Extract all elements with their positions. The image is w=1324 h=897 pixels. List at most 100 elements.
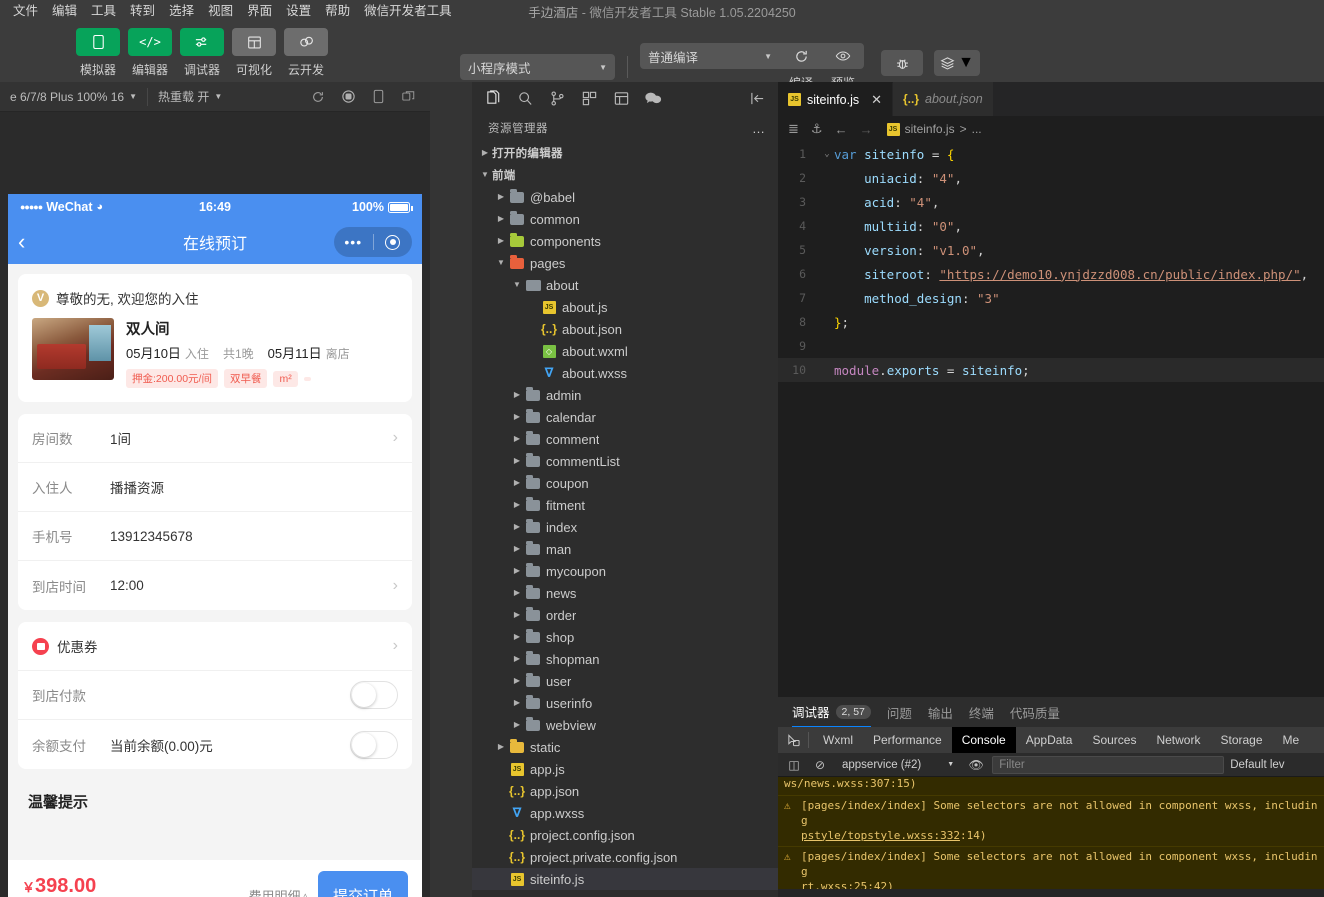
panel-button-编辑器[interactable]: </>编辑器 [128,28,172,78]
collapse-panel-icon[interactable] [742,84,772,112]
devtools-tab-Network[interactable]: Network [1146,727,1210,753]
tree-item-common[interactable]: ▶common [472,208,778,230]
simulator-record-icon[interactable] [334,85,362,109]
tree-item-userinfo[interactable]: ▶userinfo [472,692,778,714]
hot-reload-select[interactable]: 热重载 开 ▼ [148,88,232,105]
tree-item-pages[interactable]: ▼pages [472,252,778,274]
devtools-tab-Storage[interactable]: Storage [1210,727,1272,753]
tree-item-user[interactable]: ▶user [472,670,778,692]
tree-item-@babel[interactable]: ▶@babel [472,186,778,208]
search-icon[interactable] [510,84,540,112]
source-control-icon[interactable] [542,84,572,112]
debugger-tab-代码质量[interactable]: 代码质量 [1010,697,1060,727]
tree-item-components[interactable]: ▶components [472,230,778,252]
console-level-select[interactable]: Default lev [1230,759,1284,771]
tree-item-coupon[interactable]: ▶coupon [472,472,778,494]
editor-tab-about.json[interactable]: {..}about.json [893,82,994,116]
capsule-target-icon[interactable] [374,235,413,250]
debugger-tab-调试器[interactable]: 调试器2, 57 [792,697,871,727]
fee-detail-link[interactable]: 费用明细 ▵ [248,886,308,897]
devtools-tab-Wxml[interactable]: Wxml [813,727,863,753]
tree-item-static[interactable]: ▶static [472,736,778,758]
preview-button[interactable] [822,43,864,69]
devtools-tab-Me[interactable]: Me [1273,727,1310,753]
tree-item-about.wxss[interactable]: ∇about.wxss [472,362,778,384]
close-icon[interactable]: ✕ [871,92,882,108]
console-sidebar-icon[interactable]: ◫ [784,758,804,772]
tree-item-webview[interactable]: ▶webview [472,714,778,736]
menu-item-6[interactable]: 界面 [240,1,279,21]
console-context-select[interactable]: appservice (#2) ▼ [836,759,960,771]
real-device-debug-button[interactable] [881,50,923,76]
layout-icon[interactable] [606,84,636,112]
explorer-more-icon[interactable]: … [752,121,766,136]
tree-item-order[interactable]: ▶order [472,604,778,626]
tree-item-mycoupon[interactable]: ▶mycoupon [472,560,778,582]
wechat-capsule[interactable]: ••• [334,227,412,257]
toggle-switch[interactable] [350,731,398,759]
compile-select[interactable]: 普通编译 ▼ [640,43,780,69]
debugger-tab-问题[interactable]: 问题 [887,697,912,727]
tree-item-shop[interactable]: ▶shop [472,626,778,648]
menu-item-4[interactable]: 选择 [162,1,201,21]
simulator-phone-icon[interactable] [364,85,392,109]
clear-cache-button[interactable]: ▼ [934,50,980,76]
console-message-2[interactable]: ⚠[pages/index/index] Some selectors are … [778,847,1324,889]
capsule-more-icon[interactable]: ••• [334,235,373,249]
form-row-到店时间[interactable]: 到店时间12:00› [18,561,412,610]
tree-item-commentList[interactable]: ▶commentList [472,450,778,472]
console-messages[interactable]: ws/news.wxss:307:15)⚠[pages/index/index]… [778,777,1324,889]
devtools-tab-Sources[interactable]: Sources [1082,727,1146,753]
tree-item-project.config.json[interactable]: {..}project.config.json [472,824,778,846]
back-arrow-icon[interactable]: ← [835,122,848,137]
tree-item-comment[interactable]: ▶comment [472,428,778,450]
panel-button-可视化[interactable]: 可视化 [232,28,276,78]
breadcrumb[interactable]: JS siteinfo.js > ... [887,122,982,136]
clear-console-icon[interactable]: ⊘ [810,758,830,772]
toggle-switch[interactable] [350,681,398,709]
tree-item-project.private.config.json[interactable]: {..}project.private.config.json [472,846,778,868]
devtools-tab-Performance[interactable]: Performance [863,727,952,753]
toggle-row-余额支付[interactable]: 余额支付当前余额(0.00)元 [18,720,412,769]
tree-item-about.js[interactable]: JSabout.js [472,296,778,318]
panel-button-调试器[interactable]: 调试器 [180,28,224,78]
devtools-tab-Console[interactable]: Console [952,727,1016,753]
editor-tab-siteinfo.js[interactable]: JSsiteinfo.js✕ [778,82,893,116]
bookmark-icon[interactable]: ⚓ [811,121,823,137]
tree-item-calendar[interactable]: ▶calendar [472,406,778,428]
tree-item-shopman[interactable]: ▶shopman [472,648,778,670]
menu-item-3[interactable]: 转到 [123,1,162,21]
tree-item-app.wxss[interactable]: ∇app.wxss [472,802,778,824]
files-icon[interactable] [478,84,508,112]
inspect-element-icon[interactable] [778,734,808,747]
device-select[interactable]: e 6/7/8 Plus 100% 16 ▼ [0,90,147,104]
wechat-icon[interactable] [638,84,668,112]
form-row-房间数[interactable]: 房间数1间› [18,414,412,463]
tree-item-about[interactable]: ▼about [472,274,778,296]
devtools-tab-AppData[interactable]: AppData [1016,727,1083,753]
tree-item-app.js[interactable]: JSapp.js [472,758,778,780]
submit-order-button[interactable]: 提交订单 [318,871,408,897]
tree-section-前端[interactable]: ▼前端 [472,164,778,186]
debugger-tab-输出[interactable]: 输出 [928,697,953,727]
compile-button[interactable] [780,43,822,69]
form-row-入住人[interactable]: 入住人播播资源 [18,463,412,512]
toggle-row-到店付款[interactable]: 到店付款 [18,671,412,720]
tree-item-index[interactable]: ▶index [472,516,778,538]
tree-item-admin[interactable]: ▶admin [472,384,778,406]
coupon-row[interactable]: 优惠券 › [18,622,412,671]
extensions-icon[interactable] [574,84,604,112]
tree-item-about.json[interactable]: {..}about.json [472,318,778,340]
menu-item-5[interactable]: 视图 [201,1,240,21]
fold-icon[interactable]: ⌄ [820,149,834,159]
console-filter-input[interactable]: Filter [992,756,1224,774]
form-row-手机号[interactable]: 手机号13912345678 [18,512,412,561]
menu-item-8[interactable]: 帮助 [318,1,357,21]
menu-item-0[interactable]: 文件 [6,1,45,21]
simulator-detach-window-icon[interactable] [394,85,422,109]
panel-button-模拟器[interactable]: 模拟器 [76,28,120,78]
tree-item-fitment[interactable]: ▶fitment [472,494,778,516]
menu-item-7[interactable]: 设置 [279,1,318,21]
menu-item-9[interactable]: 微信开发者工具 [357,1,459,21]
back-chevron-icon[interactable]: ‹ [18,231,25,253]
